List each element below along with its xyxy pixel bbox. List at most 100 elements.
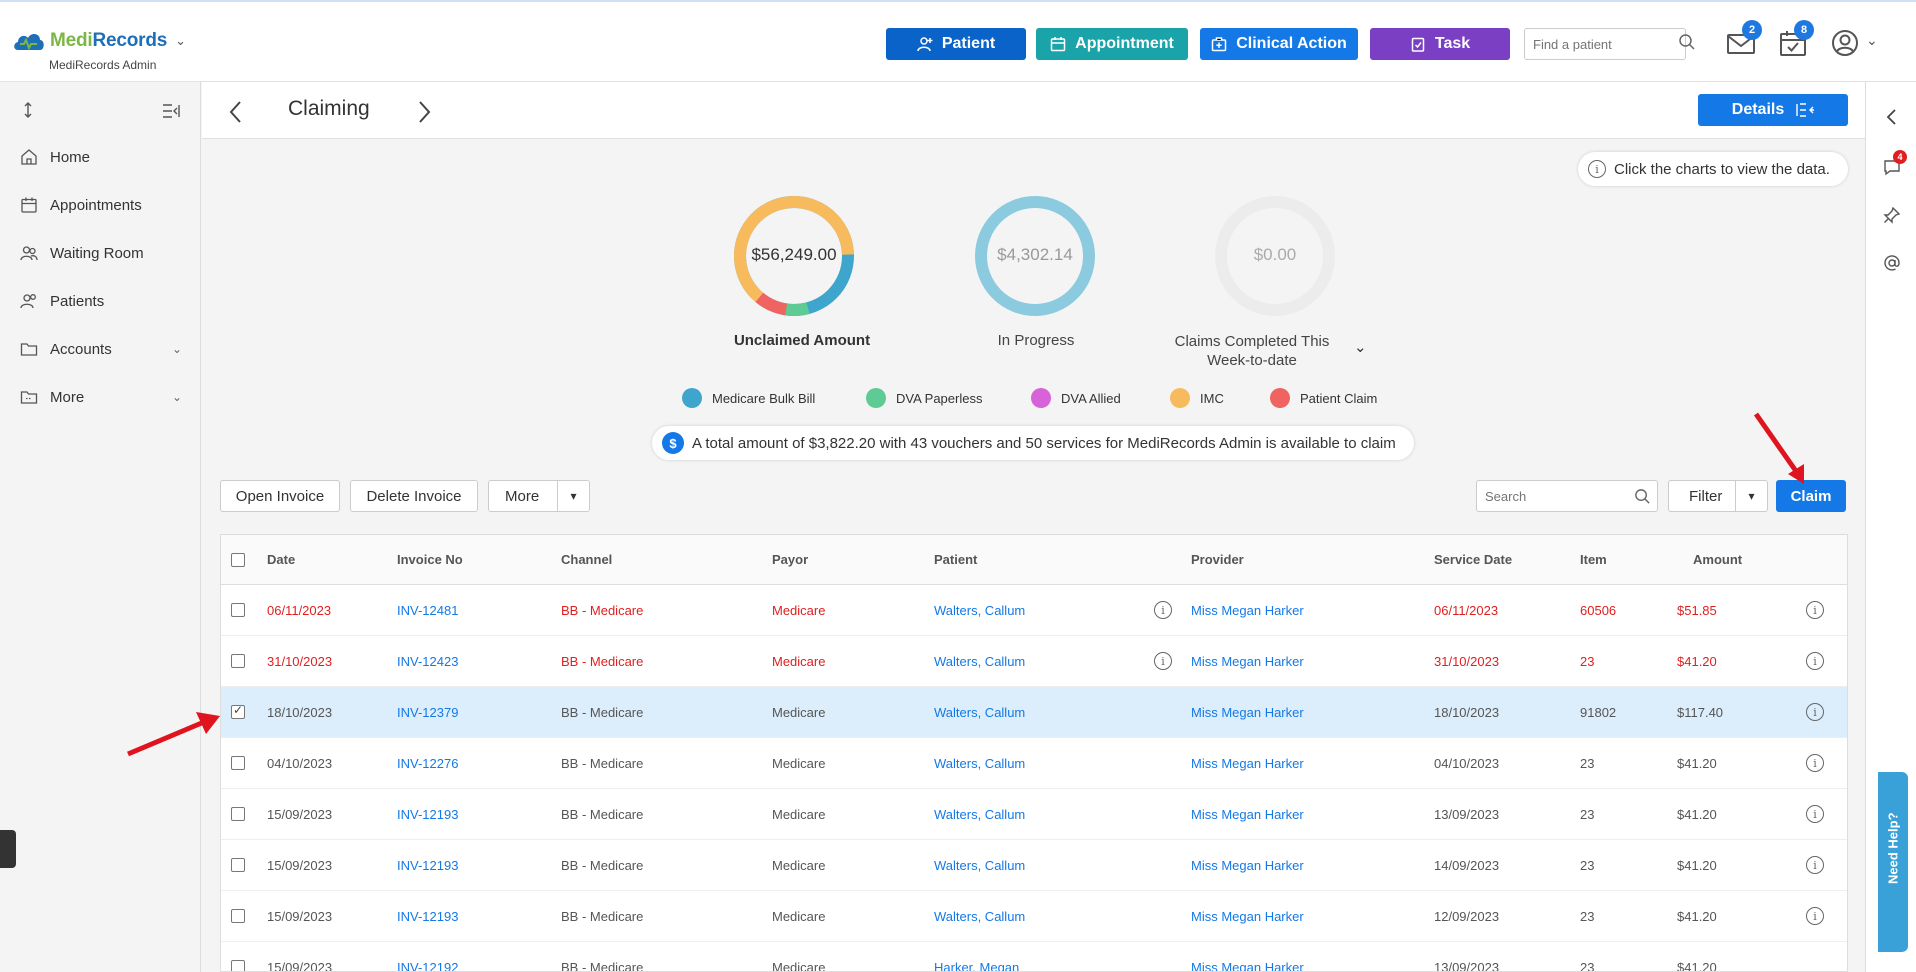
cell-invoice-link[interactable]: INV-12192 bbox=[397, 960, 458, 971]
cell-invoice-link[interactable]: INV-12193 bbox=[397, 909, 458, 924]
cell-patient-link[interactable]: Walters, Callum bbox=[934, 654, 1025, 669]
cell-provider-link[interactable]: Miss Megan Harker bbox=[1191, 756, 1304, 771]
row-info-icon[interactable]: i bbox=[1806, 805, 1824, 823]
chevron-down-icon[interactable]: ▾ bbox=[1735, 481, 1767, 511]
table-row[interactable]: 15/09/2023 INV-12193 BB - Medicare Medic… bbox=[221, 789, 1847, 840]
column-header-amount[interactable]: Amount bbox=[1693, 552, 1742, 567]
table-row[interactable]: 15/09/2023 INV-12193 BB - Medicare Medic… bbox=[221, 891, 1847, 942]
need-help-tab[interactable]: Need Help? bbox=[1878, 772, 1908, 952]
details-button[interactable]: Details bbox=[1698, 94, 1848, 126]
column-header-invoice[interactable]: Invoice No bbox=[397, 552, 463, 567]
cell-patient-link[interactable]: Walters, Callum bbox=[934, 603, 1025, 618]
table-row[interactable]: 06/11/2023 INV-12481 BB - Medicare Medic… bbox=[221, 585, 1847, 636]
row-info-icon[interactable]: i bbox=[1806, 856, 1824, 874]
column-header-service-date[interactable]: Service Date bbox=[1434, 552, 1512, 567]
row-info-icon[interactable]: i bbox=[1806, 601, 1824, 619]
search-icon[interactable] bbox=[1678, 33, 1696, 51]
sidebar-item-patients[interactable]: Patients bbox=[20, 292, 182, 310]
cell-provider-link[interactable]: Miss Megan Harker bbox=[1191, 807, 1304, 822]
column-header-channel[interactable]: Channel bbox=[561, 552, 612, 567]
patient-info-icon[interactable]: i bbox=[1154, 652, 1172, 670]
column-header-item[interactable]: Item bbox=[1580, 552, 1607, 567]
open-invoice-button[interactable]: Open Invoice bbox=[220, 480, 340, 512]
cell-patient-link[interactable]: Walters, Callum bbox=[934, 756, 1025, 771]
table-row-selected[interactable]: 18/10/2023 INV-12379 BB - Medicare Medic… bbox=[221, 687, 1847, 738]
delete-invoice-button[interactable]: Delete Invoice bbox=[350, 480, 478, 512]
collapse-sidebar-icon[interactable] bbox=[162, 103, 180, 119]
chevron-right-icon[interactable] bbox=[416, 100, 432, 124]
pin-icon[interactable] bbox=[1883, 206, 1901, 224]
row-info-icon[interactable]: i bbox=[1806, 907, 1824, 925]
patient-info-icon[interactable]: i bbox=[1154, 601, 1172, 619]
cell-invoice-link[interactable]: INV-12276 bbox=[397, 756, 458, 771]
chevron-down-icon[interactable]: ▾ bbox=[557, 481, 589, 511]
sidebar-item-home[interactable]: Home bbox=[20, 148, 182, 166]
cell-invoice-link[interactable]: INV-12423 bbox=[397, 654, 458, 669]
chevron-left-icon[interactable] bbox=[228, 100, 244, 124]
row-checkbox[interactable] bbox=[231, 909, 245, 923]
table-row[interactable]: 15/09/2023 INV-12193 BB - Medicare Medic… bbox=[221, 840, 1847, 891]
new-patient-button[interactable]: Patient bbox=[886, 28, 1026, 60]
row-info-icon[interactable]: i bbox=[1806, 754, 1824, 772]
column-header-payor[interactable]: Payor bbox=[772, 552, 808, 567]
row-checkbox[interactable] bbox=[231, 654, 245, 668]
cell-provider-link[interactable]: Miss Megan Harker bbox=[1191, 705, 1304, 720]
cell-patient-link[interactable]: Walters, Callum bbox=[934, 705, 1025, 720]
cell-patient-link[interactable]: Harker, Megan bbox=[934, 960, 1019, 971]
row-checkbox[interactable] bbox=[231, 858, 245, 872]
filter-button[interactable]: Filter ▾ bbox=[1668, 480, 1768, 512]
chevron-left-icon[interactable] bbox=[1883, 108, 1901, 126]
sidebar-item-accounts[interactable]: Accounts ⌄ bbox=[20, 340, 182, 358]
cell-invoice-link[interactable]: INV-12193 bbox=[397, 807, 458, 822]
clinical-action-button[interactable]: Clinical Action bbox=[1200, 28, 1358, 60]
row-info-icon[interactable]: i bbox=[1806, 652, 1824, 670]
search-icon[interactable] bbox=[1634, 488, 1651, 505]
cell-channel: BB - Medicare bbox=[561, 654, 644, 669]
row-checkbox[interactable] bbox=[231, 603, 245, 617]
mail-count-badge: 2 bbox=[1742, 20, 1762, 40]
cell-invoice-link[interactable]: INV-12193 bbox=[397, 858, 458, 873]
sidebar-item-appointments[interactable]: Appointments bbox=[20, 196, 182, 214]
cell-invoice-link[interactable]: INV-12481 bbox=[397, 603, 458, 618]
cell-invoice-link[interactable]: INV-12379 bbox=[397, 705, 458, 720]
cell-patient-link[interactable]: Walters, Callum bbox=[934, 858, 1025, 873]
table-row[interactable]: 31/10/2023 INV-12423 BB - Medicare Medic… bbox=[221, 636, 1847, 687]
at-sign-icon[interactable] bbox=[1883, 254, 1901, 272]
brand-logo[interactable]: MediRecords ⌄ bbox=[12, 30, 186, 52]
more-button[interactable]: More ▾ bbox=[488, 480, 590, 512]
find-patient-input[interactable] bbox=[1524, 28, 1686, 60]
cell-item: 91802 bbox=[1580, 705, 1617, 720]
column-header-date[interactable]: Date bbox=[267, 552, 295, 567]
patients-icon bbox=[20, 294, 36, 309]
row-checkbox[interactable] bbox=[231, 807, 245, 821]
chevron-down-icon[interactable]: ⌄ bbox=[1866, 32, 1878, 49]
sidebar-item-more[interactable]: More ⌄ bbox=[20, 388, 182, 406]
cell-patient-link[interactable]: Walters, Callum bbox=[934, 807, 1025, 822]
cell-provider-link[interactable]: Miss Megan Harker bbox=[1191, 858, 1304, 873]
row-checkbox-checked[interactable] bbox=[231, 703, 245, 719]
row-checkbox[interactable] bbox=[231, 756, 245, 770]
row-info-icon[interactable]: i bbox=[1806, 703, 1824, 721]
chevron-down-icon[interactable]: ⌄ bbox=[175, 33, 186, 49]
cell-provider-link[interactable]: Miss Megan Harker bbox=[1191, 603, 1304, 618]
table-row[interactable]: 15/09/2023 INV-12192 BB - Medicare Medic… bbox=[221, 942, 1847, 971]
table-search-input[interactable] bbox=[1476, 480, 1658, 512]
chevron-down-icon[interactable]: ⌄ bbox=[1354, 338, 1367, 356]
column-header-patient[interactable]: Patient bbox=[934, 552, 977, 567]
table-row[interactable]: 04/10/2023 INV-12276 BB - Medicare Medic… bbox=[221, 738, 1847, 789]
left-edge-tab[interactable] bbox=[0, 830, 16, 868]
cell-provider-link[interactable]: Miss Megan Harker bbox=[1191, 909, 1304, 924]
cell-provider-link[interactable]: Miss Megan Harker bbox=[1191, 960, 1304, 971]
row-checkbox[interactable] bbox=[231, 960, 245, 971]
sidebar-item-waiting-room[interactable]: Waiting Room bbox=[20, 244, 182, 262]
cell-provider-link[interactable]: Miss Megan Harker bbox=[1191, 654, 1304, 669]
resize-vertical-icon[interactable] bbox=[20, 102, 36, 118]
claim-button[interactable]: Claim bbox=[1776, 480, 1846, 512]
new-appointment-button[interactable]: Appointment bbox=[1036, 28, 1188, 60]
new-task-label: Task bbox=[1434, 35, 1471, 52]
column-header-provider[interactable]: Provider bbox=[1191, 552, 1244, 567]
user-avatar-icon[interactable] bbox=[1830, 28, 1860, 58]
cell-patient-link[interactable]: Walters, Callum bbox=[934, 909, 1025, 924]
new-task-button[interactable]: Task bbox=[1370, 28, 1510, 60]
select-all-checkbox[interactable] bbox=[231, 553, 245, 567]
